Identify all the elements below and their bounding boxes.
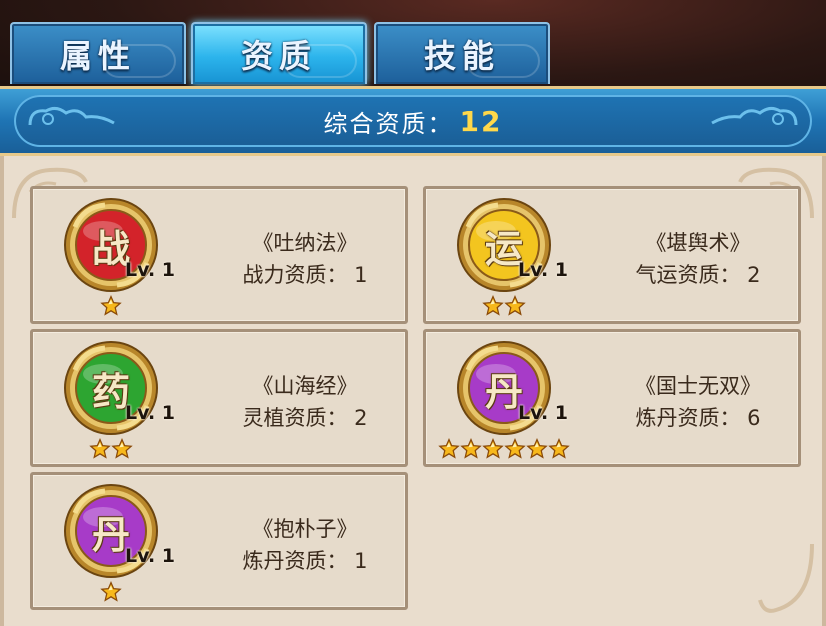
book-title: 《吐纳法》: [252, 231, 358, 255]
aptitude-card[interactable]: 运 Lv. 1 《堪舆术》气运资质： 2: [423, 186, 801, 324]
aptitude-medal-icon: 战: [61, 197, 161, 297]
book-title: 《国士无双》: [635, 374, 761, 398]
star-icon: [482, 295, 504, 317]
level-label: Lv. 1: [125, 402, 175, 424]
overall-aptitude: 综合资质： 12: [0, 89, 826, 153]
overall-aptitude-label: 综合资质：: [323, 109, 454, 138]
star-icon: [526, 438, 548, 460]
aptitude-stat: 气运资质： 2: [635, 263, 761, 287]
star-icon: [100, 581, 122, 603]
overall-aptitude-value: 12: [459, 104, 503, 138]
tab-attributes[interactable]: 属性: [10, 22, 186, 84]
aptitude-stat: 炼丹资质： 1: [242, 549, 368, 573]
level-label: Lv. 1: [125, 545, 175, 567]
star-rating: [100, 295, 122, 317]
aptitude-card[interactable]: 丹 Lv. 1 《抱朴子》炼丹资质： 1: [30, 472, 408, 610]
level-label: Lv. 1: [518, 259, 568, 281]
tab-skills[interactable]: 技能: [374, 22, 550, 84]
star-icon: [100, 295, 122, 317]
corner-ornament-icon: [758, 543, 814, 613]
aptitude-card[interactable]: 丹 Lv. 1 《国士无双》 炼丹资质： 6: [423, 329, 801, 467]
star-icon: [460, 438, 482, 460]
tab-aptitude[interactable]: 资质: [191, 22, 367, 84]
aptitude-card[interactable]: 战 Lv. 1 《吐纳法》战力资质： 1: [30, 186, 408, 324]
aptitude-medal-icon: 丹: [61, 483, 161, 583]
book-title: 《堪舆术》: [645, 231, 751, 255]
star-rating: [89, 438, 133, 460]
star-icon: [482, 438, 504, 460]
star-icon: [89, 438, 111, 460]
aptitude-stat: 战力资质： 1: [242, 263, 368, 287]
star-icon: [548, 438, 570, 460]
star-rating: [100, 581, 122, 603]
star-rating: [438, 438, 570, 460]
book-title: 《抱朴子》: [252, 517, 358, 541]
aptitude-header-bar: 综合资质： 12: [0, 86, 826, 156]
book-title: 《山海经》: [252, 374, 358, 398]
star-rating: [482, 295, 526, 317]
aptitude-medal-icon: 运: [454, 197, 554, 297]
tab-bar: 属性 资质 技能: [0, 22, 826, 88]
star-icon: [438, 438, 460, 460]
aptitude-medal-icon: 药: [61, 340, 161, 440]
aptitude-card[interactable]: 药 Lv. 1 《山海经》灵植资质： 2: [30, 329, 408, 467]
tab-attributes-label: 属性: [59, 37, 136, 75]
level-label: Lv. 1: [518, 402, 568, 424]
aptitude-medal-icon: 丹: [454, 340, 554, 440]
level-label: Lv. 1: [125, 259, 175, 281]
aptitude-stat: 炼丹资质： 6: [635, 406, 761, 430]
aptitude-stat: 灵植资质： 2: [242, 406, 368, 430]
tab-aptitude-label: 资质: [240, 37, 317, 75]
star-icon: [111, 438, 133, 460]
star-icon: [504, 438, 526, 460]
tab-skills-label: 技能: [423, 37, 500, 75]
star-icon: [504, 295, 526, 317]
